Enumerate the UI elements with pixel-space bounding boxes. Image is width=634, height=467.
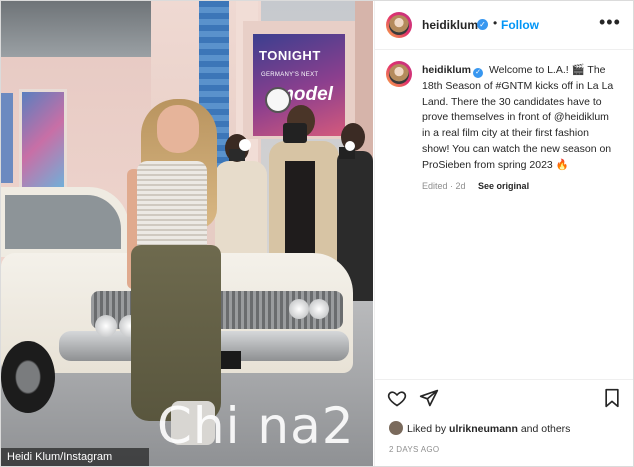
post-side-panel: heidiklum ✓ • Follow ••• heidiklum ✓ Welc… xyxy=(374,1,633,466)
bookmark-icon[interactable] xyxy=(603,388,621,408)
share-icon[interactable] xyxy=(419,388,439,408)
photographer xyxy=(215,161,267,261)
post-caption: heidiklum ✓ Welcome to L.A.! 🎬 The 18th S… xyxy=(422,64,614,171)
likes-summary: Liked by ulrikneumann and others xyxy=(389,421,570,435)
see-original-link[interactable]: See original xyxy=(478,181,529,191)
instagram-post-embed: TONIGHT GERMANY'S NEXT model Heidi Klum/… xyxy=(0,0,634,467)
photo-credit: Heidi Klum/Instagram xyxy=(1,448,149,466)
neon-panel xyxy=(19,89,67,191)
avatar[interactable] xyxy=(386,12,412,38)
author-username[interactable]: heidiklum xyxy=(422,18,478,32)
post-photo: TONIGHT GERMANY'S NEXT model Heidi Klum/… xyxy=(1,1,373,466)
verified-badge-icon: ✓ xyxy=(473,68,484,78)
heart-icon[interactable] xyxy=(387,388,407,408)
caption-username[interactable]: heidiklum xyxy=(422,64,471,76)
more-options-icon[interactable]: ••• xyxy=(599,12,621,33)
edited-timestamp: Edited · 2d xyxy=(422,181,466,191)
post-date[interactable]: 2 DAYS AGO xyxy=(389,445,439,454)
post-header: heidiklum ✓ • Follow ••• xyxy=(375,1,633,50)
post-meta: Edited · 2d See original xyxy=(422,181,529,191)
verified-badge-icon: ✓ xyxy=(477,19,488,30)
camera-icon xyxy=(283,123,307,143)
avatar[interactable] xyxy=(386,61,412,87)
flash-icon xyxy=(265,87,291,113)
watermark: Chi na2 xyxy=(157,397,355,455)
liker-username[interactable]: ulrikneumann xyxy=(449,423,518,435)
follow-button[interactable]: Follow xyxy=(501,18,539,32)
avatar[interactable] xyxy=(389,421,403,435)
action-bar xyxy=(375,379,633,416)
